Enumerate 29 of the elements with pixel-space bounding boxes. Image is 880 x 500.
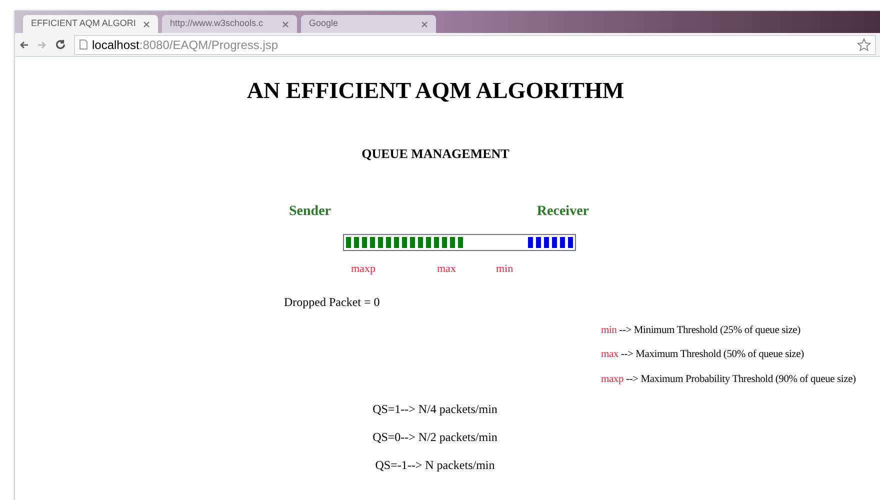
browser-tab[interactable]: http://www.w3schools.c [162,15,297,33]
url-text: localhost:8080/EAQM/Progress.jsp [92,36,278,54]
close-icon[interactable] [421,20,428,28]
legend-term: min [601,324,617,336]
legend-description: --> Minimum Threshold (25% of queue size) [618,324,800,336]
threshold-marker: maxp [351,263,376,275]
star-icon[interactable] [857,38,871,52]
rate-text: QS=0--> N/2 packets/min [372,428,498,446]
browser-tab[interactable]: EFFICIENT AQM ALGORI [23,15,158,33]
section-heading: QUEUE MANAGEMENT [362,146,510,160]
back-arrow-icon[interactable] [19,40,29,50]
legend-term: max [601,349,618,360]
close-icon[interactable] [143,20,150,28]
dropped-packet-text: Dropped Packet = 0 [284,294,380,308]
legend-term: maxp [601,374,624,385]
reload-icon[interactable] [55,39,66,50]
browser-tab[interactable]: Google [301,15,436,33]
rate-text: QS=1--> N/4 packets/min [372,400,498,418]
page-icon [79,39,88,50]
threshold-marker: min [496,263,514,275]
legend-description: --> Maximum Probability Threshold (90% of queue size) [624,374,856,385]
sender-label: Sender [289,203,331,221]
receiver-label: Receiver [536,203,589,221]
page-title: AN EFFICIENT AQM ALGORITHM [246,78,624,103]
rate-text: QS=-1--> N packets/min [375,456,495,474]
threshold-marker: max [437,263,456,275]
close-icon[interactable] [282,20,289,28]
address-field[interactable]: localhost:8080/EAQM/Progress.jsp [74,34,876,54]
legend-description: --> Maximum Threshold (50% of queue size) [620,349,804,360]
